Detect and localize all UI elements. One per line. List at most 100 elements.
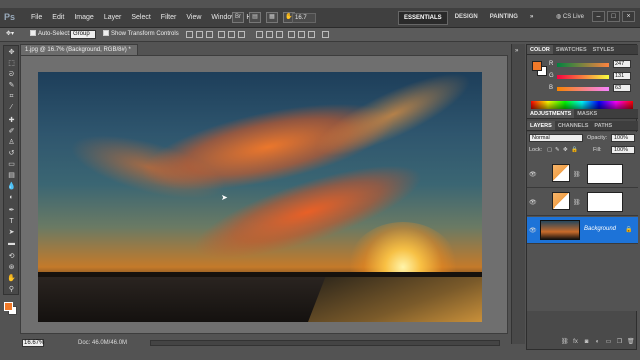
3d-rotate-tool-icon[interactable]: ⟲ [6, 252, 17, 261]
menu-file[interactable]: File [26, 14, 47, 21]
layer-mask-thumbnail[interactable] [587, 192, 623, 212]
workspace-essentials[interactable]: ESSENTIALS [398, 11, 448, 25]
lock-position-icon[interactable]: ✥ [563, 147, 568, 153]
status-doc-size[interactable]: Doc: 46.0M/46.0M [78, 340, 127, 346]
eraser-tool-icon[interactable]: ▭ [6, 160, 17, 169]
layer-name[interactable]: Background [584, 226, 616, 232]
crop-tool-icon[interactable]: ⌗ [6, 92, 17, 101]
distribute-left-icon[interactable] [288, 31, 295, 38]
status-zoom-field[interactable]: 16.67% [22, 339, 44, 347]
red-value-field[interactable]: 247 [613, 60, 631, 68]
green-value-field[interactable]: 131 [613, 72, 631, 80]
tab-adjustments[interactable]: ADJUSTMENTS [527, 109, 575, 118]
document-tab[interactable]: 1.jpg @ 16.7% (Background, RGB/8#) * × [20, 44, 138, 63]
foreground-color-swatch[interactable] [4, 302, 13, 311]
tab-swatches[interactable]: SWATCHES [553, 45, 590, 54]
menu-filter[interactable]: Filter [156, 14, 182, 21]
history-brush-tool-icon[interactable]: ↺ [6, 149, 17, 158]
menu-select[interactable]: Select [126, 14, 155, 21]
zoom-tool-icon[interactable]: ⚲ [6, 285, 17, 294]
horizontal-scrollbar[interactable] [150, 340, 500, 346]
tab-masks[interactable]: MASKS [574, 109, 600, 118]
menu-layer[interactable]: Layer [99, 14, 127, 21]
opacity-field[interactable]: 100% [611, 134, 635, 142]
healing-tool-icon[interactable]: ✚ [6, 116, 17, 125]
lock-all-icon[interactable]: 🔒 [571, 147, 578, 153]
layer-mask-thumbnail[interactable] [587, 164, 623, 184]
tab-styles[interactable]: STYLES [590, 45, 617, 54]
new-adjustment-icon[interactable]: ◐ [594, 339, 601, 346]
workspace-painting[interactable]: PAINTING [485, 11, 523, 25]
marquee-tool-icon[interactable]: ⬚ [6, 59, 17, 68]
blur-tool-icon[interactable]: 💧 [6, 182, 17, 191]
zoom-level-field[interactable]: 16.7 [292, 13, 316, 23]
fill-field[interactable]: 100% [611, 146, 635, 154]
path-select-tool-icon[interactable]: ➤ [6, 228, 17, 237]
align-bottom-icon[interactable] [206, 31, 213, 38]
view-extras-icon[interactable]: ▦ [266, 12, 278, 23]
distribute-right-icon[interactable] [308, 31, 315, 38]
gradient-tool-icon[interactable]: ▤ [6, 171, 17, 180]
align-left-icon[interactable] [218, 31, 225, 38]
lasso-tool-icon[interactable]: ᘐ [6, 70, 17, 79]
layer-row[interactable]: 👁 ⛓ [527, 161, 638, 188]
dodge-tool-icon[interactable]: ◐ [6, 193, 17, 202]
cs-live-button[interactable]: ◍ CS Live [556, 13, 584, 20]
menu-edit[interactable]: Edit [47, 14, 69, 21]
hand-tool-icon[interactable]: ✋ [6, 274, 17, 283]
distribute-top-icon[interactable] [256, 31, 263, 38]
align-vcenter-icon[interactable] [196, 31, 203, 38]
lock-pixels-icon[interactable]: ✎ [555, 147, 560, 153]
add-mask-icon[interactable]: ◙ [583, 339, 590, 346]
minimize-button[interactable]: – [592, 11, 605, 22]
delete-layer-icon[interactable]: 🗑 [627, 339, 635, 346]
mini-bridge-icon[interactable]: ▤ [249, 12, 261, 23]
brush-tool-icon[interactable]: ✐ [6, 127, 17, 136]
type-tool-icon[interactable]: T [6, 217, 17, 226]
tab-channels[interactable]: CHANNELS [555, 121, 592, 130]
auto-select-checkbox[interactable] [30, 30, 36, 36]
lock-transparency-icon[interactable]: ▢ [547, 147, 552, 153]
layer-row-background[interactable]: 👁 Background 🔒 [527, 217, 638, 244]
visibility-eye-icon[interactable]: 👁 [529, 199, 537, 206]
add-style-icon[interactable]: fx [572, 339, 579, 346]
red-slider[interactable] [557, 63, 609, 67]
3d-orbit-tool-icon[interactable]: ⊛ [6, 263, 17, 272]
blue-slider[interactable] [557, 87, 609, 91]
workspace-design[interactable]: DESIGN [450, 11, 483, 25]
canvas-image[interactable] [38, 72, 482, 322]
eyedropper-tool-icon[interactable]: ⁄ [6, 103, 17, 112]
layer-row[interactable]: 👁 ⛓ [527, 189, 638, 216]
shape-tool-icon[interactable]: ▬ [6, 239, 17, 248]
clone-stamp-tool-icon[interactable]: ♙ [6, 138, 17, 147]
move-tool-icon[interactable]: ✥ [6, 48, 17, 57]
visibility-eye-icon[interactable]: 👁 [529, 171, 537, 178]
maximize-button[interactable]: □ [607, 11, 620, 22]
tab-color[interactable]: COLOR [527, 45, 553, 54]
new-layer-icon[interactable]: ❐ [616, 339, 623, 346]
menu-view[interactable]: View [181, 14, 206, 21]
auto-select-option[interactable]: Auto-Select: [30, 30, 71, 37]
bridge-icon[interactable]: Br [232, 12, 244, 23]
blend-mode-dropdown[interactable]: Normal [529, 134, 583, 142]
align-right-icon[interactable] [238, 31, 245, 38]
auto-align-icon[interactable] [322, 31, 329, 38]
quick-select-tool-icon[interactable]: ✎ [6, 81, 17, 90]
tab-paths[interactable]: PATHS [591, 121, 615, 130]
distribute-vcenter-icon[interactable] [266, 31, 273, 38]
distribute-bottom-icon[interactable] [276, 31, 283, 38]
new-group-icon[interactable]: ▭ [605, 339, 612, 346]
menu-image[interactable]: Image [69, 14, 98, 21]
distribute-hcenter-icon[interactable] [298, 31, 305, 38]
transform-controls-option[interactable]: Show Transform Controls [103, 30, 179, 37]
align-top-icon[interactable] [186, 31, 193, 38]
tab-layers[interactable]: LAYERS [527, 121, 555, 130]
color-panel-foreground-swatch[interactable] [532, 61, 542, 71]
blue-value-field[interactable]: 63 [613, 84, 631, 92]
align-hcenter-icon[interactable] [228, 31, 235, 38]
auto-select-dropdown[interactable]: Group [70, 30, 96, 39]
visibility-eye-icon[interactable]: 👁 [529, 227, 537, 234]
close-button[interactable]: × [622, 11, 635, 22]
transform-controls-checkbox[interactable] [103, 30, 109, 36]
move-tool-preset-icon[interactable]: ✥▾ [6, 30, 14, 37]
